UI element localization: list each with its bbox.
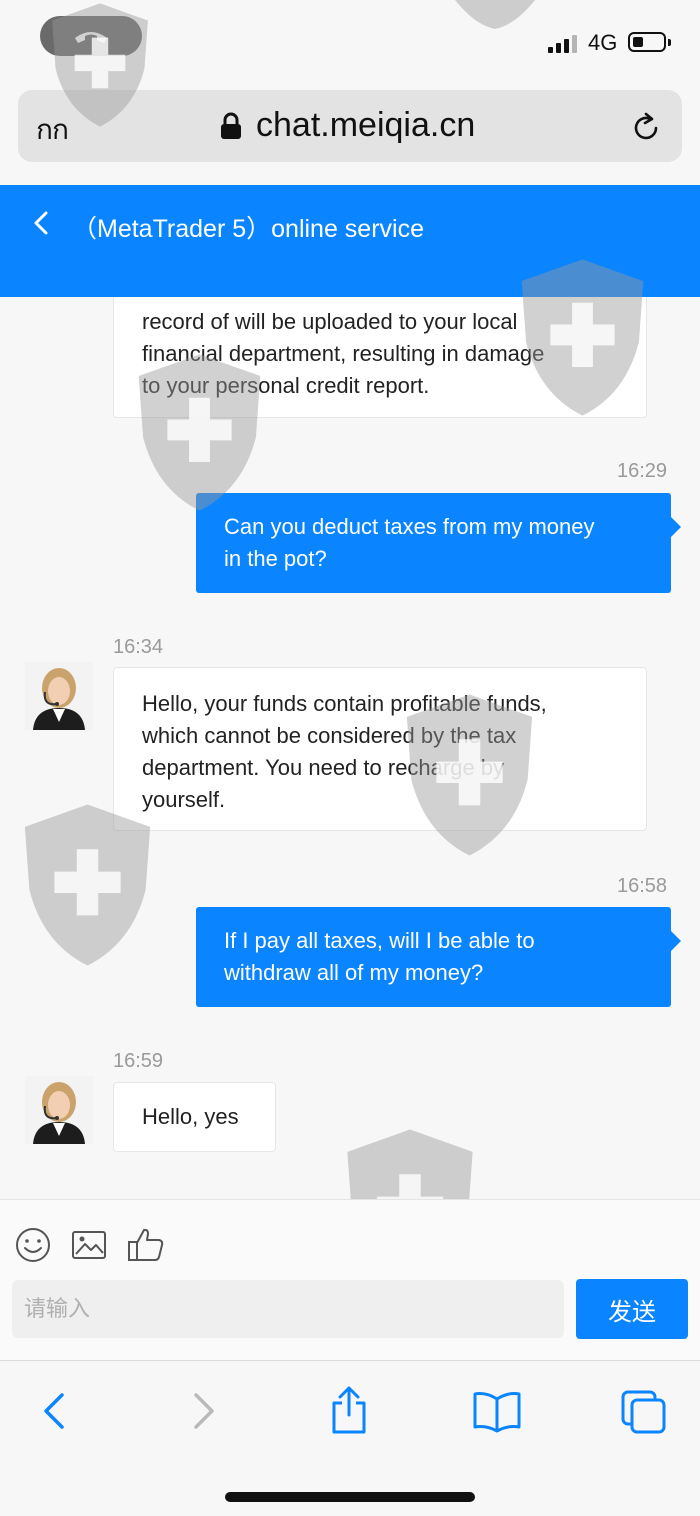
composer: 发送 xyxy=(0,1199,700,1360)
message-line: Hello, your funds contain profitable fun… xyxy=(142,691,547,716)
thumbs-up-icon[interactable] xyxy=(126,1226,166,1264)
send-button[interactable]: 发送 xyxy=(576,1279,688,1339)
message-timestamp: 16:58 xyxy=(617,875,668,897)
screen: 4G กก chat.meiqia.cn （MetaTrader 5）onlin… xyxy=(0,0,700,1516)
signal-strength-icon xyxy=(548,33,580,53)
message-line: which cannot be considered by the tax xyxy=(142,723,517,748)
reload-icon[interactable] xyxy=(630,110,662,144)
avatar-image xyxy=(25,1076,93,1144)
bookmarks-icon[interactable] xyxy=(472,1389,522,1433)
browser-toolbar xyxy=(0,1360,700,1516)
agent-message: record of will be uploaded to your local… xyxy=(113,297,647,418)
address-bar[interactable]: กก chat.meiqia.cn xyxy=(18,90,682,162)
message-line: record of will be uploaded to your local xyxy=(142,309,518,334)
home-indicator xyxy=(225,1492,475,1502)
message-line: financial department, resulting in damag… xyxy=(142,341,545,366)
message-line: Hello, yes xyxy=(142,1104,239,1129)
lock-icon xyxy=(221,112,241,139)
status-bar: 4G xyxy=(0,0,700,84)
message-timestamp: 16:59 xyxy=(113,1050,164,1072)
battery-icon xyxy=(628,32,666,52)
message-line: yourself. xyxy=(142,787,226,812)
active-call-pill[interactable] xyxy=(40,16,142,56)
user-message: Can you deduct taxes from my money in th… xyxy=(196,493,681,593)
message-timestamp: 16:29 xyxy=(617,460,668,482)
agent-avatar xyxy=(25,662,93,730)
forward-arrow-icon[interactable] xyxy=(186,1389,222,1433)
agent-message: Hello, your funds contain profitable fun… xyxy=(113,667,647,831)
tabs-icon[interactable] xyxy=(620,1389,668,1435)
message-input[interactable] xyxy=(12,1280,564,1338)
user-message: If I pay all taxes, will I be able to wi… xyxy=(196,907,681,1007)
message-line: Can you deduct taxes from my money xyxy=(224,514,595,539)
text-size-button[interactable]: กก xyxy=(36,108,69,152)
message-line: withdraw all of my money? xyxy=(224,960,484,985)
emoji-icon[interactable] xyxy=(14,1226,52,1264)
network-type: 4G xyxy=(588,30,618,55)
message-line: If I pay all taxes, will I be able to xyxy=(224,928,535,953)
message-timestamp: 16:34 xyxy=(113,636,164,658)
share-icon[interactable] xyxy=(328,1385,370,1435)
chat-title: （MetaTrader 5）online service xyxy=(72,215,424,243)
battery-tip xyxy=(668,39,671,46)
phone-hangup-icon xyxy=(75,32,107,43)
image-icon[interactable] xyxy=(70,1226,108,1264)
url-text[interactable]: chat.meiqia.cn xyxy=(256,106,475,145)
agent-avatar xyxy=(25,1076,93,1144)
back-arrow-icon[interactable] xyxy=(36,1389,72,1433)
chevron-left-icon[interactable] xyxy=(24,205,60,241)
message-line: to your personal credit report. xyxy=(142,373,430,398)
message-line: department. You need to recharge by xyxy=(142,755,505,780)
message-list[interactable]: record of will be uploaded to your local… xyxy=(0,297,700,1199)
chat-header: （MetaTrader 5）online service xyxy=(0,185,700,297)
agent-message: Hello, yes xyxy=(113,1082,276,1152)
message-line: in the pot? xyxy=(224,546,327,571)
battery-level xyxy=(633,37,643,47)
avatar-image xyxy=(25,662,93,730)
